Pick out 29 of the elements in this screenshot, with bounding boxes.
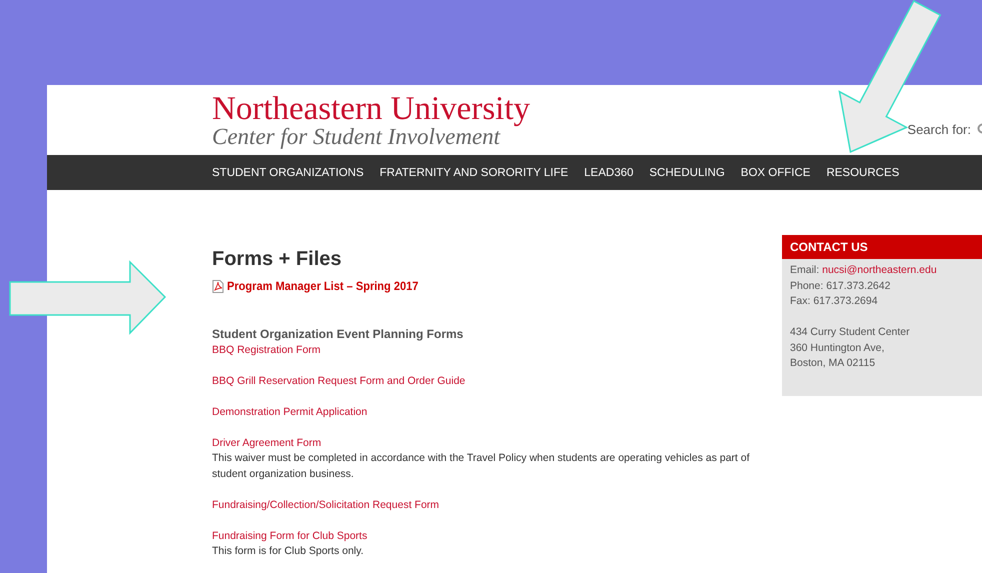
form-link[interactable]: BBQ Registration Form [212, 342, 321, 358]
address-line: 360 Huntington Ave, [790, 340, 886, 356]
nav-item[interactable]: RESOURCES [826, 166, 900, 178]
form-link[interactable]: BBQ Grill Reservation Request Form and Order Guide [212, 373, 466, 389]
search-label: Search for: [907, 122, 971, 137]
nav-item[interactable]: BOX OFFICE [740, 166, 810, 178]
form-link[interactable]: Demonstration Permit Application [212, 404, 368, 420]
contact-heading: CONTACT US [782, 235, 982, 259]
address-line: 434 Curry Student Center [790, 325, 911, 340]
section-heading: Student Organization Event Planning Forms [212, 327, 464, 342]
nav-item[interactable]: STUDENT ORGANIZATIONS [212, 166, 364, 178]
contact-line: Phone: 617.373.2642 [790, 278, 892, 294]
contact-line: Fax: 617.373.2694 [790, 294, 879, 309]
logo-title[interactable]: Northeastern University [212, 93, 530, 125]
form-description: This form is for Club Sports only. [212, 544, 365, 559]
pdf-icon [212, 280, 224, 292]
form-description: This waiver must be completed in accordance with the Travel Policy when students are operating vehicles as part of student organization business. [212, 451, 751, 482]
form-link[interactable]: Driver Agreement Form [212, 435, 322, 451]
logo-subtitle: Center for Student Involvement [212, 125, 500, 149]
address-line: Boston, MA 02115 [790, 356, 876, 371]
nav-item[interactable]: LEAD360 [584, 166, 634, 178]
nav-item[interactable]: SCHEDULING [649, 166, 725, 178]
form-link[interactable]: Fundraising Form for Club Sports [212, 528, 368, 544]
page-title: Forms + Files [212, 247, 342, 271]
nav-item[interactable]: FRATERNITY AND SORORITY LIFE [380, 166, 568, 178]
email-link[interactable]: nucsi@northeastern.edu [822, 264, 937, 276]
email-line: Email: nucsi@northeastern.edu [790, 263, 938, 278]
form-link[interactable]: Fundraising/Collection/Solicitation Request Form [212, 497, 440, 513]
file-link[interactable]: Program Manager List – Spring 2017 [227, 279, 418, 293]
